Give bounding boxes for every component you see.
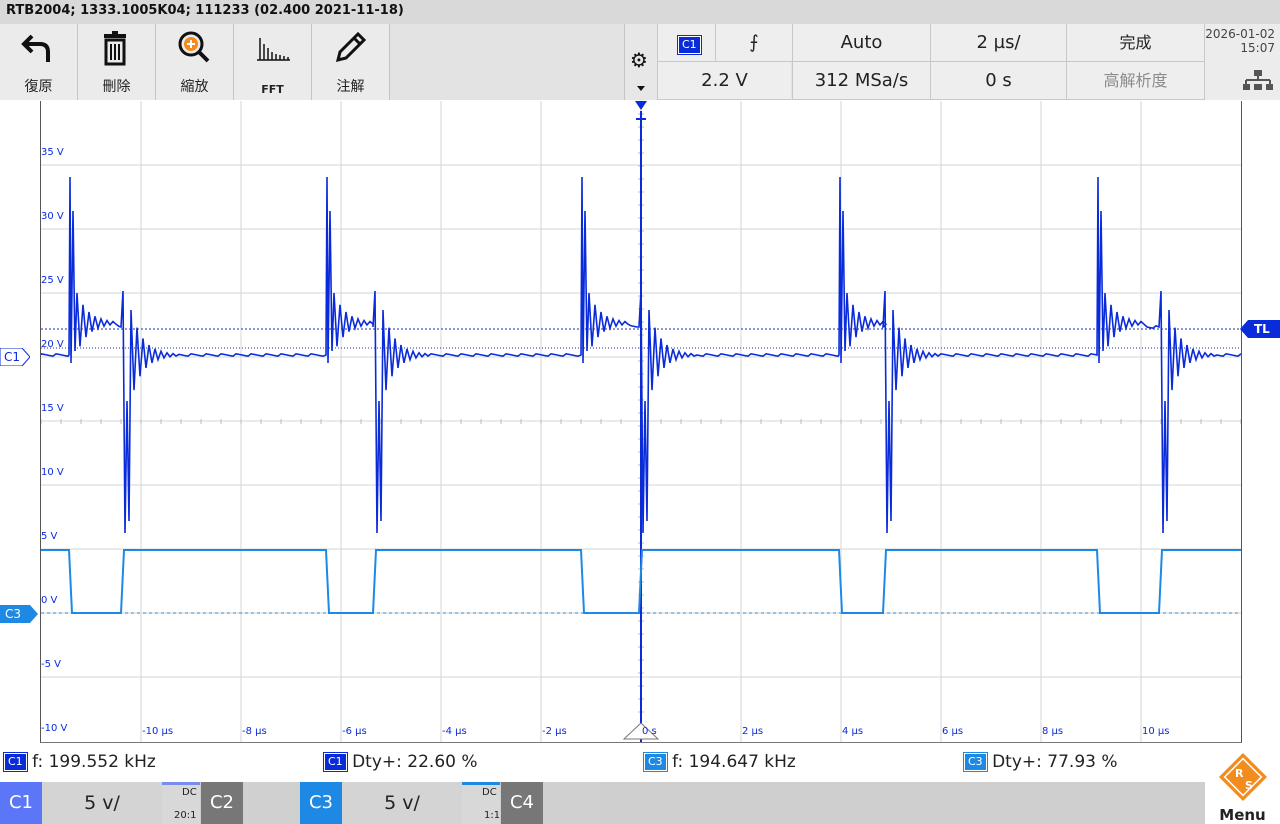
sample-rate[interactable]: 312 MSa/s [792, 62, 930, 100]
annotate-button[interactable]: 注解 [312, 24, 390, 100]
x-axis-tick-label: -10 µs [142, 726, 174, 737]
y-axis-tick-label: -5 V [41, 659, 61, 670]
x-axis-tick-label: 2 µs [742, 726, 764, 737]
channel-c1-scale: 5 v/ [42, 782, 162, 824]
x-axis-tick-label: 8 µs [1042, 726, 1064, 737]
measurement-1[interactable]: C1 f: 199.552 kHz [4, 745, 156, 779]
waveform-display[interactable] [40, 101, 1242, 743]
menu-label: Menu [1219, 806, 1266, 824]
x-axis-tick-label: -8 µs [242, 726, 267, 737]
x-axis-tick-label: -2 µs [542, 726, 567, 737]
fft-label: FFT [261, 83, 284, 96]
title-bar: RTB2004; 1333.1005K04; 111233 (02.400 20… [0, 0, 1280, 25]
svg-text:R: R [1235, 767, 1244, 780]
zoom-button[interactable]: 縮放 [156, 24, 234, 100]
channel-c3-probe: 1:1 [484, 810, 501, 821]
c1-marker-label: C1 [4, 350, 21, 364]
acquisition-mode[interactable]: 高解析度 [1066, 62, 1204, 100]
undo-icon [21, 34, 50, 62]
trigger-mode[interactable]: Auto [792, 24, 930, 62]
tl-marker-label: TL [1254, 322, 1270, 336]
x-axis-tick-label: 4 µs [842, 726, 864, 737]
trigger-source-badge: C1 [678, 36, 701, 54]
channel-c1-probe: 20:1 [174, 810, 197, 821]
svg-text:S: S [1245, 779, 1253, 792]
channel-c1-name: C1 [0, 782, 42, 824]
channel-c4-name: C4 [501, 782, 543, 824]
trash-icon [104, 31, 126, 66]
trigger-source[interactable]: C1 [657, 24, 715, 62]
trigger-position-marker [635, 101, 647, 110]
gear-icon: ⚙ [630, 48, 648, 72]
instrument-title: RTB2004; 1333.1005K04; 111233 (02.400 20… [6, 3, 404, 18]
acquisition-state[interactable]: 完成 [1066, 24, 1204, 62]
measurement-4-value: Dty+: 77.93 % [992, 752, 1118, 772]
delete-label: 刪除 [102, 79, 131, 95]
x-axis-tick-label: 6 µs [942, 726, 964, 737]
y-axis-tick-label: 35 V [41, 147, 64, 158]
time-text: 15:07 [1240, 41, 1275, 55]
timebase-scale[interactable]: 2 µs/ [930, 24, 1066, 62]
channel-c2-name: C2 [201, 782, 243, 824]
network-icon [1243, 70, 1273, 90]
channel-c3-coupling: DC [482, 787, 497, 798]
x-axis-tick-label: 0 s [642, 726, 657, 737]
channel-c1-coupling: DC [182, 787, 197, 798]
measurement-4-channel: C3 [964, 753, 987, 771]
rising-edge-icon: ⨍ [749, 32, 759, 53]
measurement-2[interactable]: C1 Dty+: 22.60 % [324, 745, 478, 779]
measurement-3-value: f: 194.647 kHz [672, 752, 796, 772]
trigger-slope[interactable]: ⨍ [715, 24, 792, 62]
toolbar: 復原 刪除 縮放 FFT 注解 ⚙ C1 ⨍ Auto 2 µs/ 完成 2.2… [0, 24, 1280, 100]
timebase-position[interactable]: 0 s [930, 62, 1066, 100]
measurement-3-channel: C3 [644, 753, 667, 771]
trigger-level-marker[interactable]: TL [1240, 320, 1280, 338]
c1-offset-marker[interactable]: C1 [0, 348, 30, 366]
y-axis-tick-label: -10 V [41, 723, 68, 734]
menu-down-icon [637, 86, 645, 91]
delete-button[interactable]: 刪除 [78, 24, 156, 100]
channel-c3-tab[interactable]: C3 5 v/ DC 1:1 [300, 782, 500, 824]
measurement-4[interactable]: C3 Dty+: 77.93 % [964, 745, 1118, 779]
x-axis-tick-label: -4 µs [442, 726, 467, 737]
pencil-icon [335, 31, 367, 63]
channel-c3-name: C3 [300, 782, 342, 824]
c3-marker-label: C3 [5, 607, 22, 621]
annotate-label: 注解 [336, 79, 365, 95]
rs-logo-icon: R S [1216, 750, 1270, 804]
undo-button[interactable]: 復原 [0, 24, 78, 100]
menu-button[interactable]: R S Menu [1205, 745, 1280, 824]
channel-c3-scale: 5 v/ [342, 782, 462, 824]
undo-label: 復原 [24, 79, 53, 95]
y-axis-tick-label: 15 V [41, 403, 64, 414]
c3-offset-marker[interactable]: C3 [0, 605, 38, 623]
fft-button[interactable]: FFT [234, 24, 312, 100]
x-axis-tick-label: -6 µs [342, 726, 367, 737]
x-axis-tick-label: 10 µs [1142, 726, 1170, 737]
channel-c1-tab[interactable]: C1 5 v/ DC 20:1 [0, 782, 200, 824]
y-axis-tick-label: 5 V [41, 531, 58, 542]
y-axis-tick-label: 0 V [41, 595, 58, 606]
zoom-label: 縮放 [180, 79, 209, 95]
channel-c2-tab[interactable]: C2 [201, 782, 299, 824]
channel-bar: C1 5 v/ DC 20:1 C2 C3 5 v/ DC 1:1 C4 [0, 782, 1280, 824]
trigger-level[interactable]: 2.2 V [657, 62, 791, 100]
y-axis-tick-label: 10 V [41, 467, 64, 478]
measurement-1-value: f: 199.552 kHz [32, 752, 156, 772]
settings-button[interactable]: ⚙ [624, 24, 658, 100]
measurement-3[interactable]: C3 f: 194.647 kHz [644, 745, 796, 779]
datetime-panel[interactable]: 2026-01-02 15:07 [1204, 24, 1280, 100]
zoom-in-icon [178, 31, 210, 63]
fft-icon [257, 38, 290, 61]
waveform-canvas[interactable] [41, 101, 1241, 742]
measurement-2-value: Dty+: 22.60 % [352, 752, 478, 772]
y-axis-tick-label: 20 V [41, 339, 64, 350]
y-axis-tick-label: 30 V [41, 211, 64, 222]
channel-c4-tab[interactable]: C4 [501, 782, 599, 824]
measurement-2-channel: C1 [324, 753, 347, 771]
date-text: 2026-01-02 [1205, 27, 1275, 41]
measurement-1-channel: C1 [4, 753, 27, 771]
y-axis-tick-label: 25 V [41, 275, 64, 286]
